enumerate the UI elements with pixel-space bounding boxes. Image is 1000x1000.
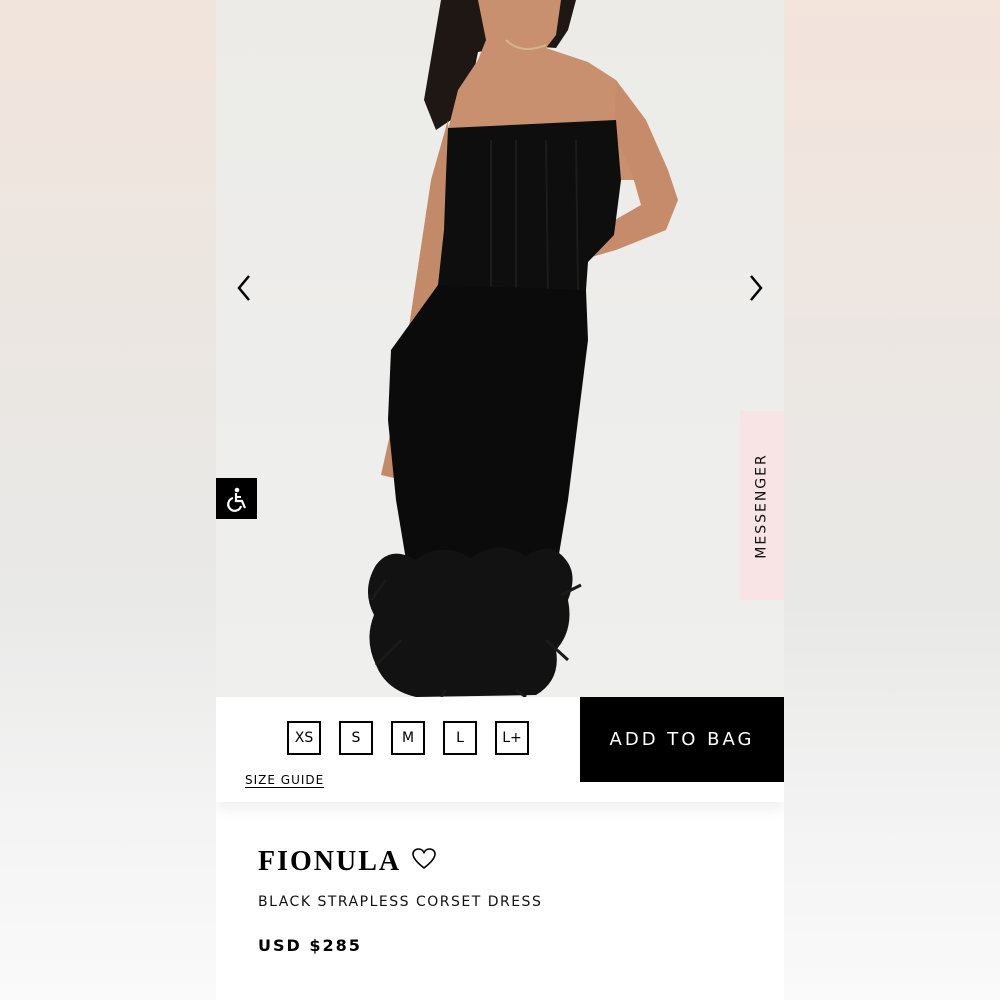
carousel-next-button[interactable] [740,272,772,304]
product-page: MESSENGER XS S M L L+ SIZE GUIDE ADD TO … [216,0,784,1000]
product-image: MESSENGER [216,0,784,697]
messenger-label: MESSENGER [754,452,771,559]
messenger-tab[interactable]: MESSENGER [740,411,784,600]
size-option-l-plus[interactable]: L+ [495,721,529,755]
chevron-left-icon [237,275,250,301]
blurred-background-right [784,0,1000,1000]
size-guide-link[interactable]: SIZE GUIDE [245,773,324,787]
chevron-right-icon [750,275,763,301]
size-option-m[interactable]: M [391,721,425,755]
size-option-s[interactable]: S [339,721,373,755]
product-name-row: FIONULA [258,846,758,878]
product-description: BLACK STRAPLESS CORSET DRESS [258,894,543,910]
wishlist-button[interactable] [411,847,437,871]
carousel-prev-button[interactable] [228,272,260,304]
size-option-l[interactable]: L [443,721,477,755]
wheelchair-icon [226,487,246,512]
product-details: FIONULA BLACK STRAPLESS CORSET DRESS USD… [258,846,758,955]
size-option-xs[interactable]: XS [287,721,321,755]
size-selector: XS S M L L+ [287,721,529,755]
heart-outline-icon [412,848,436,870]
add-to-bag-button[interactable]: ADD TO BAG [580,697,784,782]
model-photo [367,0,678,697]
product-name: FIONULA [258,846,402,877]
accessibility-button[interactable] [216,478,257,519]
product-price: USD $285 [258,936,362,955]
purchase-bar: XS S M L L+ SIZE GUIDE ADD TO BAG [216,697,784,802]
blurred-background-left [0,0,216,1000]
